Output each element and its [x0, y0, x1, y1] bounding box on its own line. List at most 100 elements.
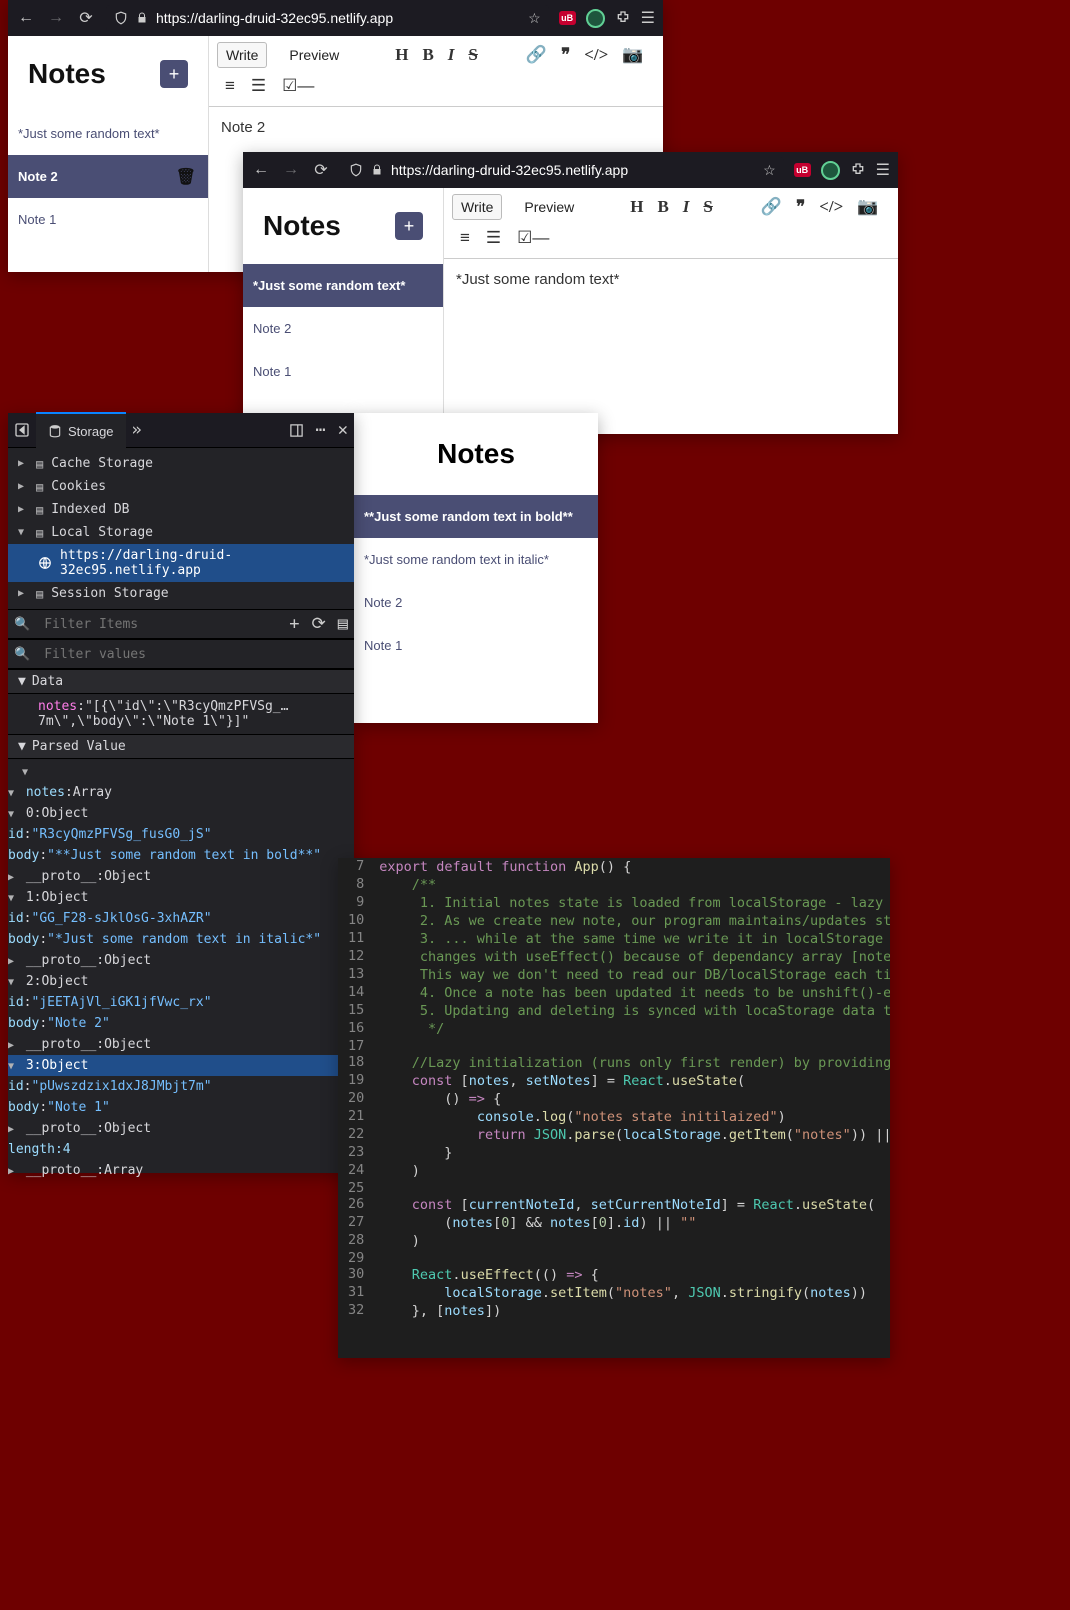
code-editor-pane[interactable]: 7export default function App() {8 /**9 1…	[338, 858, 890, 1358]
note-item[interactable]: Note 1	[243, 350, 443, 393]
tree-origin[interactable]: https://darling-druid-32ec95.netlify.app	[8, 544, 354, 582]
back-icon[interactable]: ←	[251, 160, 271, 180]
strike-icon[interactable]: S	[703, 197, 712, 217]
parsed-item-1[interactable]: ▼ 1:Object	[8, 887, 354, 908]
image-icon[interactable]: 📷	[857, 197, 878, 217]
checklist-icon[interactable]: ☑―	[517, 228, 549, 248]
extension-green-icon[interactable]	[821, 161, 840, 180]
shield-icon	[114, 11, 128, 25]
olist-icon[interactable]: ☰	[486, 228, 501, 248]
parsed-body: body:"**Just some random text in bold**"	[8, 845, 354, 866]
tab-write[interactable]: Write	[217, 42, 267, 68]
parsed-item-2[interactable]: ▼ 2:Object	[8, 971, 354, 992]
reload-icon[interactable]: ⟳	[311, 160, 331, 180]
tab-preview[interactable]: Preview	[516, 195, 582, 219]
tree-local-storage[interactable]: ▼▤Local Storage	[8, 521, 354, 544]
link-icon[interactable]: 🔗	[526, 45, 547, 65]
reload-icon[interactable]: ⟳	[76, 8, 96, 28]
code-icon[interactable]: </>	[819, 197, 843, 217]
ulist-icon[interactable]: ≡	[225, 76, 235, 96]
extensions-icon[interactable]	[615, 10, 631, 26]
heading-icon[interactable]: H	[395, 45, 408, 65]
note-item-active[interactable]: *Just some random text*	[243, 264, 443, 307]
italic-icon[interactable]: I	[448, 45, 455, 65]
kebab-icon[interactable]: ⋯	[310, 420, 332, 440]
quote-icon[interactable]: ❞	[561, 45, 570, 65]
note-item-active[interactable]: **Just some random text in bold**	[354, 495, 598, 538]
editor-toolbar: Write Preview H B I S 🔗 ❞ </> 📷 ≡ ☰ ☑―	[209, 36, 663, 107]
star-icon[interactable]: ☆	[763, 162, 776, 179]
section-data[interactable]: ▼Data	[8, 669, 354, 694]
hamburger-icon[interactable]: ☰	[876, 160, 890, 180]
parsed-item-3-selected[interactable]: ▼ 3:Object	[8, 1055, 354, 1076]
dock-icon[interactable]	[283, 423, 310, 438]
browser-window-b: ← → ⟳ https://darling-druid-32ec95.netli…	[243, 152, 898, 434]
notes-app: Notes + *Just some random text* Note 2 N…	[243, 188, 898, 434]
parsed-tree: ▼ ▼ notes:Array ▼ 0:Object id:"R3cyQmzPF…	[8, 759, 354, 1183]
editor: Write Preview H B I S 🔗 ❞ </> 📷 ≡ ☰ ☑―	[443, 188, 898, 434]
sidebar-header: Notes +	[8, 36, 208, 112]
trash-icon[interactable]: 🗑	[176, 167, 196, 187]
devtools-panel: Storage » ⋯ ✕ ▶▤Cache Storage ▶▤Cookies …	[8, 413, 354, 1173]
ulist-icon[interactable]: ≡	[460, 228, 470, 248]
ublock-icon[interactable]: uB	[794, 163, 811, 177]
add-note-button[interactable]: +	[395, 212, 423, 240]
code-icon[interactable]: </>	[584, 45, 608, 65]
parsed-item-0[interactable]: ▼ 0:Object	[8, 803, 354, 824]
back-icon[interactable]: ←	[16, 8, 36, 28]
note-item-active[interactable]: Note 2 🗑	[8, 155, 208, 198]
bold-icon[interactable]: B	[657, 197, 668, 217]
parsed-proto[interactable]: ▶ __proto__:Object	[8, 866, 354, 887]
filter-values-input[interactable]	[36, 647, 354, 662]
add-icon[interactable]: +	[283, 614, 305, 634]
heading-icon[interactable]: H	[630, 197, 643, 217]
notes-list: *Just some random text* Note 2 Note 1	[243, 264, 443, 393]
star-icon[interactable]: ☆	[528, 10, 541, 27]
note-item[interactable]: Note 1	[354, 624, 598, 667]
parsed-proto-array[interactable]: ▶ __proto__:Array	[8, 1160, 354, 1181]
italic-icon[interactable]: I	[683, 197, 690, 217]
forward-icon[interactable]: →	[46, 8, 66, 28]
strike-icon[interactable]: S	[468, 45, 477, 65]
parsed-notes-array[interactable]: ▼ notes:Array	[8, 782, 354, 803]
close-icon[interactable]: ✕	[332, 420, 354, 440]
note-item[interactable]: Note 1	[8, 198, 208, 241]
olist-icon[interactable]: ☰	[251, 76, 266, 96]
editor-content[interactable]: *Just some random text*	[444, 259, 898, 434]
inspector-icon[interactable]	[8, 422, 36, 438]
link-icon[interactable]: 🔗	[761, 197, 782, 217]
tree-indexed-db[interactable]: ▶▤Indexed DB	[8, 498, 354, 521]
extensions-icon[interactable]	[850, 162, 866, 178]
tab-label: Storage	[68, 424, 114, 439]
url-bar[interactable]: https://darling-druid-32ec95.netlify.app…	[341, 157, 784, 183]
note-label: Note 2	[18, 169, 58, 184]
tree-cache-storage[interactable]: ▶▤Cache Storage	[8, 452, 354, 475]
image-icon[interactable]: 📷	[622, 45, 643, 65]
tree-cookies[interactable]: ▶▤Cookies	[8, 475, 354, 498]
tab-write[interactable]: Write	[452, 194, 502, 220]
data-row[interactable]: notes:"[{\"id\":\"R3cyQmzPFVSg_…7m\",\"b…	[8, 694, 354, 734]
refresh-icon[interactable]: ⟳	[306, 614, 332, 634]
hamburger-icon[interactable]: ☰	[641, 8, 655, 28]
delete-all-icon[interactable]: ▤	[332, 614, 354, 634]
section-parsed[interactable]: ▼Parsed Value	[8, 734, 354, 759]
note-item[interactable]: *Just some random text*	[8, 112, 208, 155]
quote-icon[interactable]: ❞	[796, 197, 805, 217]
browser-titlebar: ← → ⟳ https://darling-druid-32ec95.netli…	[243, 152, 898, 188]
bold-icon[interactable]: B	[422, 45, 433, 65]
checklist-icon[interactable]: ☑―	[282, 76, 314, 96]
extension-green-icon[interactable]	[586, 9, 605, 28]
ublock-icon[interactable]: uB	[559, 11, 576, 25]
add-note-button[interactable]: +	[160, 60, 188, 88]
filter-items-input[interactable]	[36, 617, 283, 632]
note-item[interactable]: Note 2	[354, 581, 598, 624]
note-item[interactable]: *Just some random text in italic*	[354, 538, 598, 581]
lock-icon	[136, 12, 148, 24]
url-bar[interactable]: https://darling-druid-32ec95.netlify.app…	[106, 5, 549, 31]
tab-storage[interactable]: Storage	[36, 412, 126, 448]
forward-icon[interactable]: →	[281, 160, 301, 180]
tree-session-storage[interactable]: ▶▤Session Storage	[8, 582, 354, 605]
note-item[interactable]: Note 2	[243, 307, 443, 350]
more-tabs-icon[interactable]: »	[126, 420, 148, 440]
tab-preview[interactable]: Preview	[281, 43, 347, 67]
